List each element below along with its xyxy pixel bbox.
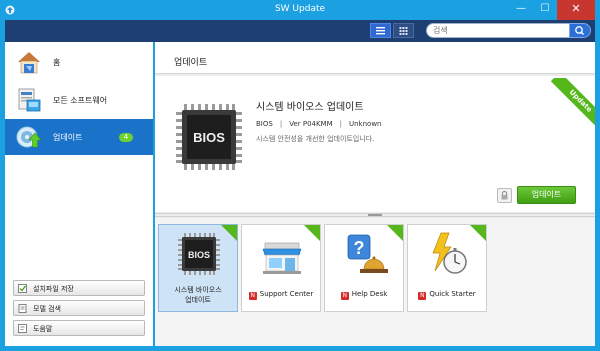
- bios-chip-text: BIOS: [188, 250, 210, 260]
- sidebar: 홈 모든 소프트웨어 업데이트 4 설치파일 저장 모델 검색 도움말: [5, 42, 153, 346]
- close-button[interactable]: ✕: [557, 0, 595, 20]
- panel-splitter[interactable]: [155, 213, 595, 217]
- bios-chip-text: BIOS: [193, 130, 225, 145]
- update-version: Ver P04KMM: [289, 120, 333, 128]
- new-badge: N: [340, 292, 349, 300]
- tile-label: N Support Center: [242, 289, 320, 300]
- save-installer-button[interactable]: 설치파일 저장: [13, 280, 145, 296]
- update-count-badge: 4: [119, 133, 133, 142]
- help-desk-icon: ?: [347, 234, 388, 273]
- search-icon: [575, 26, 585, 36]
- list-view-button[interactable]: [370, 23, 391, 38]
- house-icon: [18, 52, 40, 74]
- maximize-button[interactable]: ☐: [533, 0, 557, 20]
- minimize-button[interactable]: —: [509, 0, 533, 20]
- search-box: [426, 23, 571, 38]
- search-input[interactable]: [433, 24, 553, 37]
- toolbar: [5, 20, 595, 42]
- help-button[interactable]: 도움말: [13, 320, 145, 336]
- update-icon: [16, 126, 42, 148]
- grid-view-button[interactable]: [393, 23, 414, 38]
- svg-text:?: ?: [354, 238, 365, 258]
- tile-label: N Help Desk: [325, 289, 403, 300]
- list-view-icon: [376, 27, 385, 35]
- update-meta: BIOS | Ver P04KMM | Unknown: [256, 120, 382, 128]
- tile-support-center[interactable]: N Support Center: [241, 224, 321, 312]
- sidebar-item-label: 모든 소프트웨어: [53, 96, 108, 105]
- tile-label-line1: 시스템 바이오스: [174, 286, 222, 294]
- update-ribbon-label: Update: [550, 78, 595, 126]
- search-button[interactable]: [569, 23, 591, 38]
- main-panel: 업데이트 BIOS 시스템 바이오스 업데이트 BIOS | Ver P04KMM |…: [155, 42, 595, 346]
- software-icon: [18, 88, 41, 112]
- grid-view-icon: [399, 27, 408, 35]
- tile-quick-starter[interactable]: N Quick Starter: [407, 224, 487, 312]
- update-corner-flag: [221, 225, 237, 241]
- sidebar-item-home[interactable]: 홈: [5, 44, 153, 80]
- model-search-button[interactable]: 모델 검색: [13, 300, 145, 316]
- stopwatch-icon: [432, 232, 467, 274]
- tile-list: BIOS 시스템 바이오스 업데이트 N Support Center ? N …: [155, 218, 595, 346]
- document-icon: [18, 304, 27, 313]
- tile-label: 시스템 바이오스 업데이트: [159, 285, 237, 305]
- update-detail-panel: BIOS 시스템 바이오스 업데이트 BIOS | Ver P04KMM | Unkno…: [155, 76, 595, 212]
- sidebar-item-update[interactable]: 업데이트 4: [5, 119, 153, 155]
- new-badge: N: [418, 292, 427, 300]
- update-description: 시스템 안전성을 개선한 업데이트입니다.: [256, 135, 375, 143]
- lock-button[interactable]: [497, 188, 512, 203]
- title-bar: SW Update — ☐ ✕: [0, 0, 600, 20]
- tile-help-desk[interactable]: ? N Help Desk: [324, 224, 404, 312]
- save-icon: [18, 284, 27, 293]
- update-ribbon: Update: [548, 78, 595, 126]
- sidebar-item-label: 업데이트: [53, 133, 83, 142]
- update-corner-flag: [470, 225, 486, 241]
- update-corner-flag: [304, 225, 320, 241]
- update-size: Unknown: [349, 120, 382, 128]
- lock-icon: [501, 191, 508, 200]
- bios-chip-icon: BIOS: [176, 104, 242, 170]
- tile-label-text: Help Desk: [351, 290, 388, 298]
- sidebar-item-all-software[interactable]: 모든 소프트웨어: [5, 82, 153, 118]
- save-installer-label: 설치파일 저장: [33, 285, 74, 293]
- splitter-grip[interactable]: [368, 214, 382, 216]
- sidebar-item-label: 홈: [53, 58, 61, 67]
- bios-chip-icon: BIOS: [178, 233, 220, 275]
- help-label: 도움말: [33, 325, 53, 333]
- help-icon: [18, 324, 27, 333]
- tile-label-text: Quick Starter: [429, 290, 476, 298]
- tile-bios-update[interactable]: BIOS 시스템 바이오스 업데이트: [158, 224, 238, 312]
- tile-label-text: Support Center: [259, 290, 314, 298]
- page-title: 업데이트: [174, 58, 208, 68]
- update-category: BIOS: [256, 120, 273, 128]
- update-button[interactable]: 업데이트: [517, 186, 576, 204]
- model-search-label: 모델 검색: [33, 305, 61, 313]
- update-corner-flag: [387, 225, 403, 241]
- main-header: 업데이트: [155, 42, 595, 74]
- tile-label-line2: 업데이트: [185, 296, 211, 304]
- new-badge: N: [248, 292, 257, 300]
- update-title: 시스템 바이오스 업데이트: [256, 102, 364, 113]
- store-icon: [262, 242, 302, 274]
- tile-label: N Quick Starter: [408, 289, 486, 300]
